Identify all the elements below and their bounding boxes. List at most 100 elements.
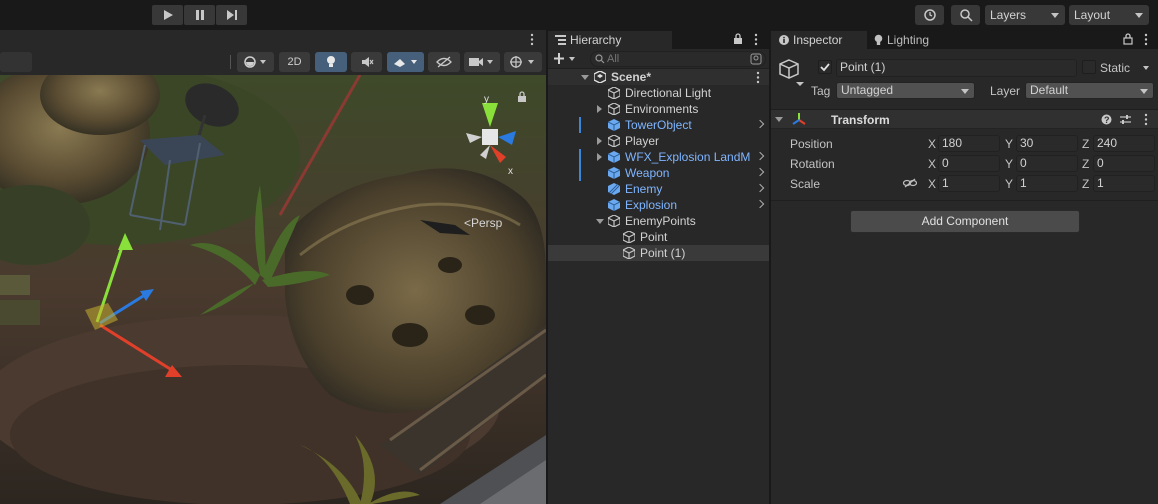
projection-label[interactable]: <Persp — [464, 216, 502, 230]
layer-value: Default — [1030, 83, 1069, 97]
hierarchy-item-explosion[interactable]: Explosion — [548, 197, 769, 213]
scale-x-field[interactable]: 1 — [938, 175, 1000, 192]
foldout-open-icon[interactable] — [775, 117, 783, 122]
search-button[interactable] — [951, 5, 980, 25]
hierarchy-item-point-1[interactable]: Point (1) — [548, 245, 769, 261]
play-button[interactable] — [152, 5, 183, 25]
axis-y-label: Y — [1005, 137, 1014, 151]
constrain-proportions-icon[interactable] — [903, 178, 917, 188]
hierarchy-search-field[interactable] — [590, 51, 766, 67]
draw-mode-dropdown[interactable] — [237, 52, 274, 72]
more-options-icon[interactable] — [1143, 113, 1149, 126]
tag-dropdown[interactable]: Untagged — [836, 82, 975, 99]
more-options-icon[interactable] — [1143, 33, 1149, 46]
hierarchy-search-input[interactable] — [607, 52, 737, 66]
hierarchy-item-point[interactable]: Point — [548, 229, 769, 245]
foldout-closed-icon[interactable] — [597, 105, 602, 113]
foldout-closed-icon[interactable] — [597, 137, 602, 145]
hierarchy-item-weapon[interactable]: Weapon — [548, 165, 769, 181]
hierarchy-item-label: Point (1) — [640, 246, 686, 260]
hierarchy-toolbar — [548, 49, 769, 69]
position-y-value: 30 — [1020, 136, 1034, 150]
camera-dropdown[interactable] — [464, 52, 500, 72]
step-button[interactable] — [216, 5, 247, 25]
tab-lighting-label: Lighting — [887, 33, 930, 47]
more-options-icon[interactable] — [753, 33, 759, 46]
layer-dropdown[interactable]: Default — [1025, 82, 1154, 99]
tab-hierarchy[interactable]: Hierarchy — [548, 31, 672, 49]
toggle-2d-button[interactable]: 2D — [279, 52, 310, 72]
scene-viewport[interactable]: y x <Persp — [0, 75, 546, 504]
history-button[interactable] — [915, 5, 944, 25]
orientation-gizmo[interactable]: y x — [460, 93, 530, 183]
chevron-right-icon[interactable] — [755, 151, 765, 161]
transform-icon — [792, 113, 806, 125]
static-dropdown-icon[interactable] — [1143, 61, 1149, 74]
lightbulb-icon — [327, 56, 335, 67]
add-dropdown-icon[interactable] — [554, 53, 578, 65]
hierarchy-item-directional-light[interactable]: Directional Light — [548, 85, 769, 101]
gameobject-large-icon[interactable] — [778, 58, 806, 88]
object-name-field[interactable]: Point (1) — [836, 59, 1077, 77]
rotation-z-value: 0 — [1097, 156, 1104, 170]
foldout-open-icon[interactable] — [581, 75, 589, 80]
lighting-toggle-button[interactable] — [315, 52, 347, 72]
hierarchy-item-player[interactable]: Player — [548, 133, 769, 149]
hierarchy-item-label: EnemyPoints — [625, 214, 696, 228]
position-z-field[interactable]: 240 — [1093, 135, 1155, 152]
hierarchy-item-towerobject[interactable]: TowerObject — [548, 117, 769, 133]
rotation-z-field[interactable]: 0 — [1093, 155, 1155, 172]
hierarchy-item-wfx-explosion[interactable]: WFX_Explosion LandM — [548, 149, 769, 165]
pause-button[interactable] — [184, 5, 215, 25]
gizmos-dropdown[interactable] — [504, 52, 542, 72]
scale-z-value: 1 — [1097, 176, 1104, 190]
effects-dropdown[interactable] — [387, 52, 424, 72]
scene-visibility-button[interactable] — [428, 52, 460, 72]
presets-icon[interactable] — [1120, 114, 1131, 125]
tab-lighting[interactable]: Lighting — [869, 31, 949, 49]
foldout-open-icon[interactable] — [596, 219, 604, 224]
scale-y-field[interactable]: 1 — [1016, 175, 1078, 192]
hierarchy-item-enemypoints[interactable]: EnemyPoints — [548, 213, 769, 229]
chevron-right-icon[interactable] — [755, 183, 765, 193]
rotation-x-field[interactable]: 0 — [938, 155, 1000, 172]
layout-dropdown[interactable]: Layout — [1069, 5, 1149, 25]
hierarchy-item-label: Directional Light — [625, 86, 712, 100]
hierarchy-item-environments[interactable]: Environments — [548, 101, 769, 117]
foldout-closed-icon[interactable] — [597, 153, 602, 161]
more-options-icon[interactable] — [755, 71, 761, 84]
chevron-right-icon[interactable] — [755, 119, 765, 129]
transform-component-header[interactable]: Transform ? — [771, 109, 1158, 129]
lock-icon[interactable] — [517, 91, 527, 103]
gameobject-icon — [608, 135, 620, 147]
rotation-y-field[interactable]: 0 — [1016, 155, 1078, 172]
more-options-icon[interactable] — [529, 33, 535, 46]
search-by-type-icon[interactable] — [750, 53, 762, 65]
lock-icon[interactable] — [1123, 33, 1133, 45]
tab-inspector[interactable]: Inspector — [771, 31, 867, 49]
tab-inspector-label: Inspector — [793, 33, 843, 47]
step-icon — [226, 10, 237, 20]
add-component-label: Add Component — [921, 214, 1009, 228]
checkmark-icon — [820, 63, 830, 72]
lock-icon[interactable] — [733, 33, 743, 45]
static-checkbox[interactable] — [1082, 60, 1096, 74]
scale-y-value: 1 — [1020, 176, 1027, 190]
gameobject-icon — [623, 247, 635, 259]
scale-z-field[interactable]: 1 — [1093, 175, 1155, 192]
position-y-field[interactable]: 30 — [1016, 135, 1078, 152]
history-icon — [923, 9, 936, 21]
gizmo-y-label: y — [484, 94, 489, 105]
hierarchy-item-enemy[interactable]: Enemy — [548, 181, 769, 197]
chevron-right-icon[interactable] — [755, 167, 765, 177]
audio-toggle-button[interactable] — [351, 52, 382, 72]
add-component-button[interactable]: Add Component — [850, 210, 1080, 233]
position-x-field[interactable]: 180 — [938, 135, 1000, 152]
hierarchy-scene-row[interactable]: Scene* — [548, 69, 769, 85]
layers-dropdown[interactable]: Layers — [985, 5, 1065, 25]
active-checkbox[interactable] — [818, 60, 832, 74]
position-x-value: 180 — [942, 136, 963, 150]
chevron-right-icon[interactable] — [755, 199, 765, 209]
hierarchy-item-label: Enemy — [625, 182, 663, 196]
help-icon[interactable]: ? — [1101, 114, 1112, 125]
